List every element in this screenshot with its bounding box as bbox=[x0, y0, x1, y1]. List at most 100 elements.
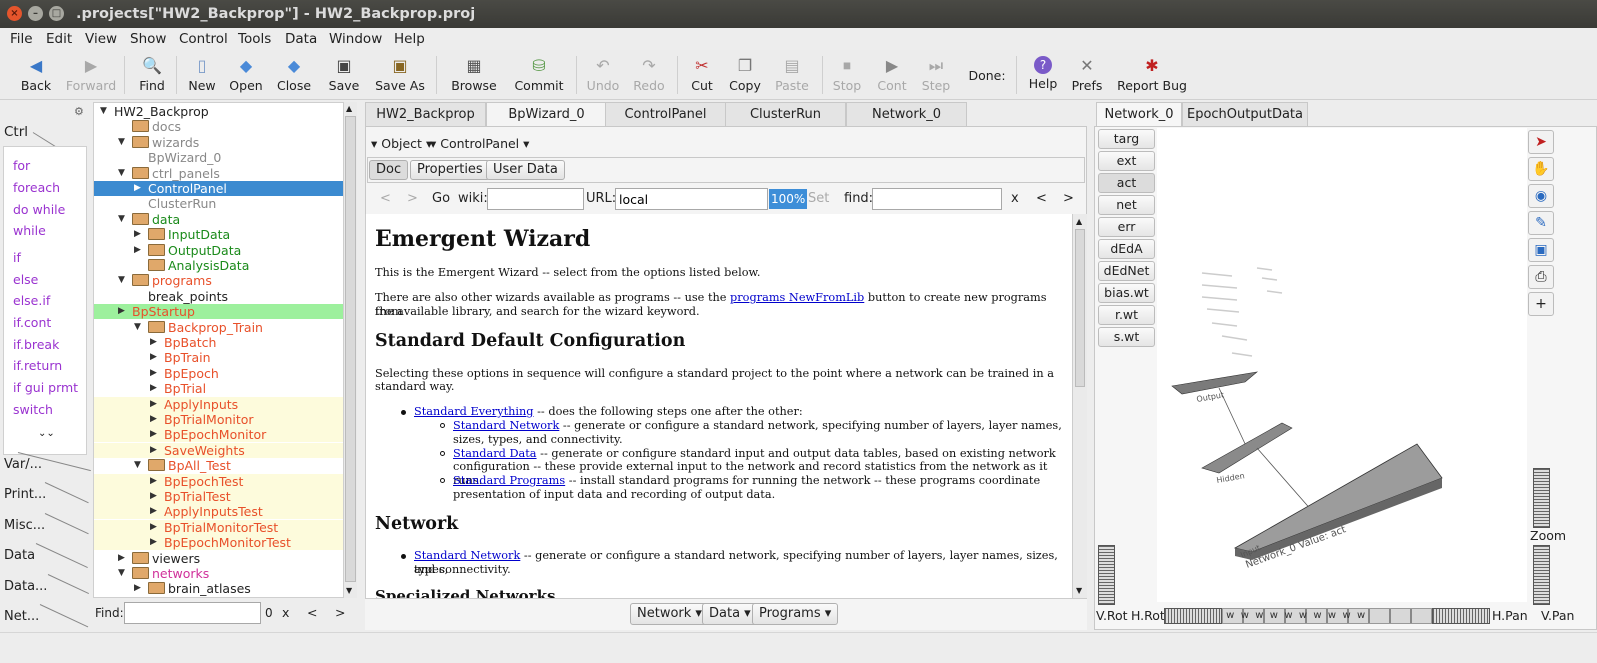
var-ext-button[interactable]: ext bbox=[1098, 151, 1155, 171]
tree-node[interactable]: break_points bbox=[94, 289, 343, 304]
tree-node[interactable]: ▼ networks bbox=[94, 566, 343, 581]
tree-node[interactable]: ▼ ctrl_panels bbox=[94, 166, 343, 181]
stop-button[interactable]: ⏹ Stop bbox=[829, 54, 865, 98]
wiki-input[interactable] bbox=[487, 188, 584, 210]
tree-node[interactable]: ▶ SaveWeights bbox=[94, 442, 343, 458]
tree-node[interactable]: ▶ viewers bbox=[94, 551, 343, 566]
ctrl-item[interactable]: if.return bbox=[13, 358, 62, 373]
copy-button[interactable]: ❐ Copy bbox=[725, 54, 765, 98]
tree-node[interactable]: ▶ BpTrain bbox=[94, 350, 343, 365]
tree-scrollbar[interactable]: ▲ ▼ bbox=[343, 102, 357, 598]
tree-node[interactable]: ▼ programs bbox=[94, 273, 343, 288]
scroll-up-icon[interactable]: ▲ bbox=[1076, 217, 1082, 226]
doc-scrollbar[interactable]: ▲ ▼ bbox=[1072, 214, 1087, 598]
vpan-wheel[interactable] bbox=[1533, 545, 1550, 605]
new-button[interactable]: ▯ New bbox=[182, 54, 222, 98]
add-view-button[interactable]: + bbox=[1528, 292, 1554, 316]
tree-node[interactable]: ▶ BpStartup bbox=[94, 304, 343, 320]
collapsed-arrow-icon[interactable]: ▶ bbox=[150, 350, 160, 365]
nav-back-button[interactable]: < bbox=[380, 191, 391, 206]
expanded-arrow-icon[interactable]: ▼ bbox=[118, 273, 128, 288]
standard-everything-link[interactable]: Standard Everything bbox=[414, 405, 534, 418]
save-view-icon[interactable]: ▣ bbox=[1528, 238, 1554, 262]
doc-find-clear[interactable]: x bbox=[1011, 191, 1019, 206]
tree-node[interactable]: ▶ BpBatch bbox=[94, 335, 343, 350]
go-button[interactable]: Go bbox=[432, 191, 450, 206]
ctrl-item[interactable]: for bbox=[13, 158, 30, 173]
expanded-arrow-icon[interactable]: ▼ bbox=[118, 166, 128, 181]
menu-help[interactable]: Help bbox=[394, 31, 425, 47]
collapsed-arrow-icon[interactable]: ▶ bbox=[150, 412, 160, 427]
menu-tools[interactable]: Tools bbox=[238, 31, 271, 47]
hpan-wheel[interactable] bbox=[1432, 608, 1490, 624]
tree-node[interactable]: ▶ BpEpoch bbox=[94, 366, 343, 381]
var-deda-button[interactable]: dEdA bbox=[1098, 239, 1155, 259]
collapsed-arrow-icon[interactable]: ▶ bbox=[150, 474, 160, 489]
tree-node[interactable]: docs bbox=[94, 119, 343, 134]
ctrl-item[interactable]: if.cont bbox=[13, 315, 51, 330]
tree-node[interactable]: ▶ ApplyInputs bbox=[94, 396, 343, 412]
step-button[interactable]: ⏭ Step bbox=[918, 54, 954, 98]
commit-button[interactable]: ⛁ Commit bbox=[511, 54, 567, 98]
var-s-wt-button[interactable]: s.wt bbox=[1098, 327, 1155, 347]
collapsed-arrow-icon[interactable]: ▶ bbox=[150, 427, 160, 442]
set-button[interactable]: Set bbox=[808, 191, 829, 206]
save-as-button[interactable]: ▣ Save As bbox=[372, 54, 428, 98]
redo-button[interactable]: ↷ Redo bbox=[629, 54, 669, 98]
tree-node[interactable]: ▼ Network_0 bbox=[94, 597, 343, 598]
tree-node[interactable]: ▶ BpTrialMonitorTest bbox=[94, 519, 343, 535]
tree-node[interactable]: ▶ ApplyInputsTest bbox=[94, 504, 343, 520]
collapsed-arrow-icon[interactable]: ▶ bbox=[118, 304, 128, 319]
close-button[interactable]: ◆ Close bbox=[272, 54, 316, 98]
tree-node[interactable]: ▶ brain_atlases bbox=[94, 581, 343, 596]
tree-node[interactable]: ▶ BpEpochMonitorTest bbox=[94, 535, 343, 551]
expanded-arrow-icon[interactable]: ▼ bbox=[118, 597, 128, 598]
print-icon[interactable]: ⎙ bbox=[1528, 265, 1554, 289]
var-targ-button[interactable]: targ bbox=[1098, 129, 1155, 149]
menu-show[interactable]: Show bbox=[130, 31, 166, 47]
expanded-arrow-icon[interactable]: ▼ bbox=[134, 458, 144, 473]
tree-node[interactable]: ▼ BpAll_Test bbox=[94, 458, 343, 473]
browse-button[interactable]: ▦ Browse bbox=[448, 54, 500, 98]
collapsed-arrow-icon[interactable]: ▶ bbox=[134, 181, 144, 196]
network-3d-view[interactable]: Output Hidden Input Network_0 Value: act bbox=[1157, 128, 1527, 602]
scroll-thumb[interactable] bbox=[345, 116, 356, 582]
tree-node[interactable]: ▼ HW2_Backprop bbox=[94, 104, 343, 119]
doc-find-prev[interactable]: < bbox=[1036, 191, 1047, 206]
scroll-thumb[interactable] bbox=[1075, 229, 1085, 387]
zoom-field[interactable]: 100% bbox=[769, 189, 808, 209]
var-dednet-button[interactable]: dEdNet bbox=[1098, 261, 1155, 281]
userdata-subtab[interactable]: User Data bbox=[486, 160, 565, 180]
scroll-down-icon[interactable]: ▼ bbox=[346, 586, 352, 595]
maximize-window-icon[interactable]: □ bbox=[49, 6, 64, 21]
collapsed-arrow-icon[interactable]: ▶ bbox=[150, 335, 160, 350]
tab-hw2-backprop[interactable]: HW2_Backprop bbox=[365, 102, 486, 126]
collapsed-arrow-icon[interactable]: ▶ bbox=[150, 397, 160, 412]
ctrl-item[interactable]: else bbox=[13, 272, 38, 287]
scroll-down-icon[interactable]: ▼ bbox=[1076, 586, 1082, 595]
var-r-wt-button[interactable]: r.wt bbox=[1098, 305, 1155, 325]
tab-data-more[interactable]: Data... bbox=[4, 579, 47, 594]
var-net-button[interactable]: net bbox=[1098, 195, 1155, 215]
standard-network-link-2[interactable]: Standard Network bbox=[414, 549, 520, 562]
tree-node[interactable]: ▶ OutputData bbox=[94, 243, 343, 258]
expanded-arrow-icon[interactable]: ▼ bbox=[100, 104, 110, 119]
collapsed-arrow-icon[interactable]: ▶ bbox=[118, 551, 128, 566]
tree-node[interactable]: ▶ InputData bbox=[94, 227, 343, 242]
help-button[interactable]: ? Help bbox=[1025, 54, 1061, 98]
vrot-wheel[interactable] bbox=[1098, 545, 1115, 605]
menu-data[interactable]: Data bbox=[285, 31, 317, 47]
collapsed-arrow-icon[interactable]: ▶ bbox=[134, 227, 144, 242]
ctrl-item[interactable]: if.break bbox=[13, 337, 59, 352]
collapsed-arrow-icon[interactable]: ▶ bbox=[150, 443, 160, 458]
scroll-up-icon[interactable]: ▲ bbox=[346, 104, 352, 113]
tree-node[interactable]: ▶ BpTrialTest bbox=[94, 489, 343, 504]
tree-node[interactable]: ▶ ControlPanel bbox=[94, 181, 343, 196]
select-arrow-icon[interactable]: ➤ bbox=[1528, 130, 1554, 154]
tab-network[interactable]: Network_0 bbox=[846, 102, 967, 126]
var-err-button[interactable]: err bbox=[1098, 217, 1155, 237]
settings-icon[interactable]: ⚙ bbox=[74, 105, 84, 118]
report-bug-button[interactable]: ✱ Report Bug bbox=[1117, 54, 1187, 98]
ctrl-item[interactable]: if bbox=[13, 250, 21, 265]
cut-button[interactable]: ✂ Cut bbox=[684, 54, 720, 98]
